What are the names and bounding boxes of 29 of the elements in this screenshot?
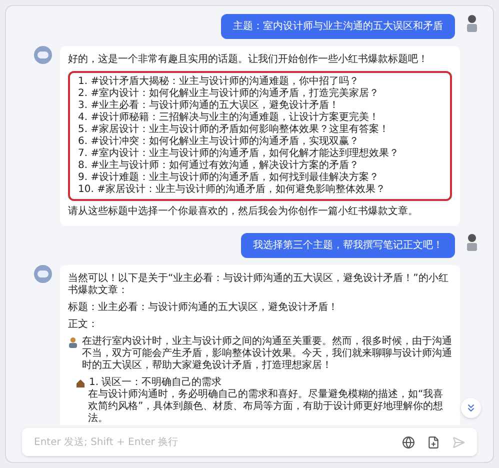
- title-item: 9. #设计难题：业主与设计师的沟通矛盾，如何找到最佳解决方案？: [78, 172, 380, 184]
- section-label: 正文：: [68, 319, 99, 331]
- point-title: 1. 误区一：不明确自己的需求: [89, 377, 222, 388]
- title-item: 7. #室内设计：业主与设计师的沟通矛盾，如何化解才能达到理想效果？: [78, 148, 400, 160]
- message-text: 好的，这是一个非常有趣且实用的话题。让我们开始创作一些小红书爆款标题吧！: [68, 54, 429, 66]
- title-item: 1. #设计矛盾大揭秘：业主与设计师的沟通难题，你中招了吗？: [78, 76, 360, 88]
- message-input[interactable]: Enter 发送; Shift + Enter 换行: [22, 428, 402, 456]
- bot-avatar: [34, 265, 52, 283]
- house-icon: [76, 378, 85, 388]
- title-item: 8. #业主与设计师：如何通过有效沟通，解决设计方案的矛盾？: [78, 160, 360, 172]
- title-item: 5. #家居设计：业主与设计师的矛盾如何影响整体效果？这里有答案！: [78, 124, 390, 136]
- bot-avatar: [34, 46, 52, 64]
- message-text: 请从这些标题中选择一个你最喜欢的，然后我会为你创作一篇小红书爆款文章。: [68, 206, 419, 218]
- title-item: 6. #设计冲突：如何化解业主与设计师的沟通矛盾，实现双赢？: [78, 136, 360, 148]
- chevrons-down-icon: [465, 402, 477, 414]
- scroll-down-button[interactable]: [461, 398, 481, 418]
- person-icon: [68, 337, 78, 348]
- title-item: 10. #家居设计：业主与设计师的沟通矛盾，如何避免影响整体效果？: [78, 184, 386, 196]
- title-item: 3. #业主必看：与设计师沟通的五大误区，避免设计矛盾！: [78, 100, 340, 112]
- globe-icon[interactable]: [402, 436, 415, 448]
- title-item: 4. #设计师秘籍：三招解决与业主的沟通难题，让设计方案更完美！: [78, 112, 380, 124]
- point-body: 在与设计师沟通时，务必明确自己的需求和喜好。尽量避免模糊的描述，如“我喜欢简约风格”，具体到颜色、材质、布局等方面，有助于设计师更好地理解你的想法。: [87, 389, 444, 425]
- message-text: 当然可以！以下是关于“业主必看：与设计师沟通的五大误区，避免设计矛盾！”的小红书爆款文章：: [68, 273, 450, 297]
- article-title: 标题：业主必看：与设计师沟通的五大误区，避免设计矛盾！: [68, 302, 339, 314]
- user-message: 主题：室内设计师与业主沟通的五大误区和矛盾: [221, 14, 455, 39]
- user-message: 我选择第三个主题，帮我撰写笔记正文吧！: [241, 233, 455, 258]
- title-item: 2. #室内设计：如何化解业主与设计师的沟通矛盾，打造完美家居？: [78, 88, 380, 100]
- paragraph: 在进行室内设计时，业主与设计师之间的沟通至关重要。然而，很多时候，由于沟通不当，双方可能会产生矛盾，影响整体设计效果。今天，我们就来聊聊与设计师沟通时的五大误区，帮助大家避免设计矛盾，打造理想家居！: [82, 336, 452, 372]
- file-plus-icon[interactable]: [427, 436, 440, 448]
